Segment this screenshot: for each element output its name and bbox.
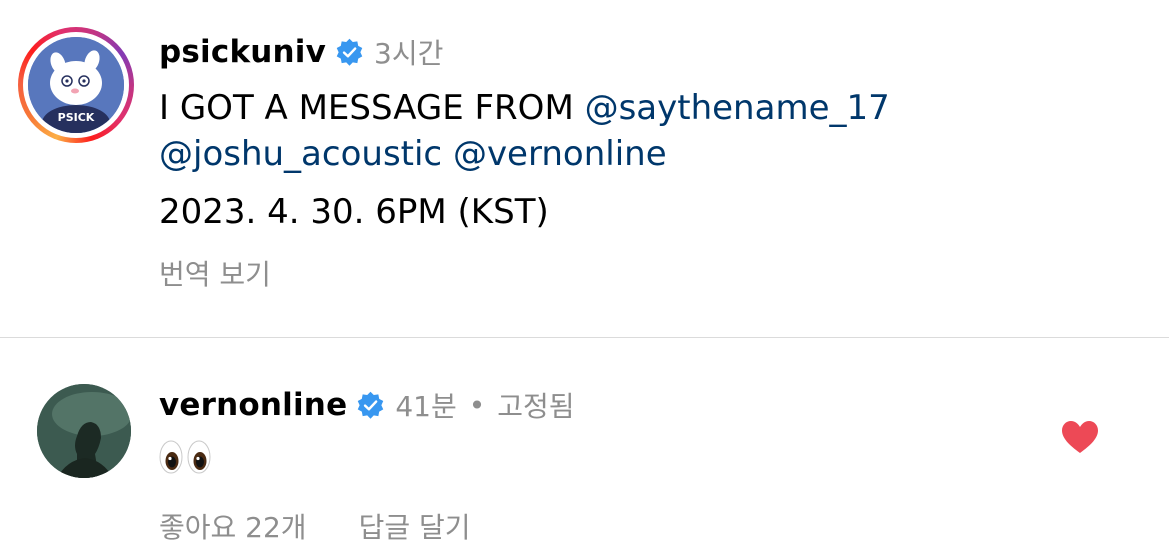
profile-photo-icon: [37, 384, 131, 478]
comment-header: vernonline 41분 • 고정됨: [159, 384, 575, 426]
story-ring[interactable]: PSICK: [18, 27, 134, 143]
mention-link[interactable]: @saythename_17: [585, 88, 890, 128]
caption-text: I GOT A MESSAGE FROM @saythename_17 @jos…: [159, 85, 890, 235]
post-username[interactable]: psickuniv: [159, 34, 326, 70]
divider: [0, 337, 1169, 338]
post-avatar[interactable]: PSICK: [28, 37, 124, 133]
caption-line-2: @joshu_acoustic @vernonline: [159, 131, 890, 177]
eyes-emoji: [159, 440, 183, 474]
caption-line-1: I GOT A MESSAGE FROM @saythename_17: [159, 85, 890, 131]
comment-username[interactable]: vernonline: [159, 387, 347, 423]
psick-mascot-icon: PSICK: [28, 37, 124, 133]
mention-link[interactable]: @joshu_acoustic: [159, 134, 442, 174]
separator-dot: •: [468, 388, 486, 422]
eyes-emoji: [187, 440, 211, 474]
svg-text:PSICK: PSICK: [58, 111, 95, 124]
verified-badge-icon: [336, 38, 363, 66]
caption-date: 2023. 4. 30. 6PM (KST): [159, 192, 549, 232]
comment-actions: 좋아요 22개 답글 달기: [159, 506, 471, 546]
post-header: psickuniv 3시간: [159, 30, 443, 74]
heart-icon[interactable]: [1061, 420, 1099, 454]
post-caption: PSICK psickuniv 3시간 I GOT A MESSAGE FROM…: [0, 0, 1169, 338]
mention-link[interactable]: @vernonline: [453, 134, 667, 174]
comment-avatar[interactable]: [37, 384, 131, 478]
pinned-label: 고정됨: [497, 390, 575, 423]
caption-intro: I GOT A MESSAGE FROM: [159, 88, 585, 128]
reply-button[interactable]: 답글 달기: [359, 506, 471, 546]
comment-text: [159, 440, 211, 474]
comment-timestamp: 41분: [395, 390, 457, 423]
verified-badge-icon: [358, 391, 384, 419]
likes-count-button[interactable]: 좋아요 22개: [159, 506, 307, 546]
see-translation-button[interactable]: 번역 보기: [159, 253, 271, 293]
post-timestamp: 3시간: [374, 37, 444, 70]
